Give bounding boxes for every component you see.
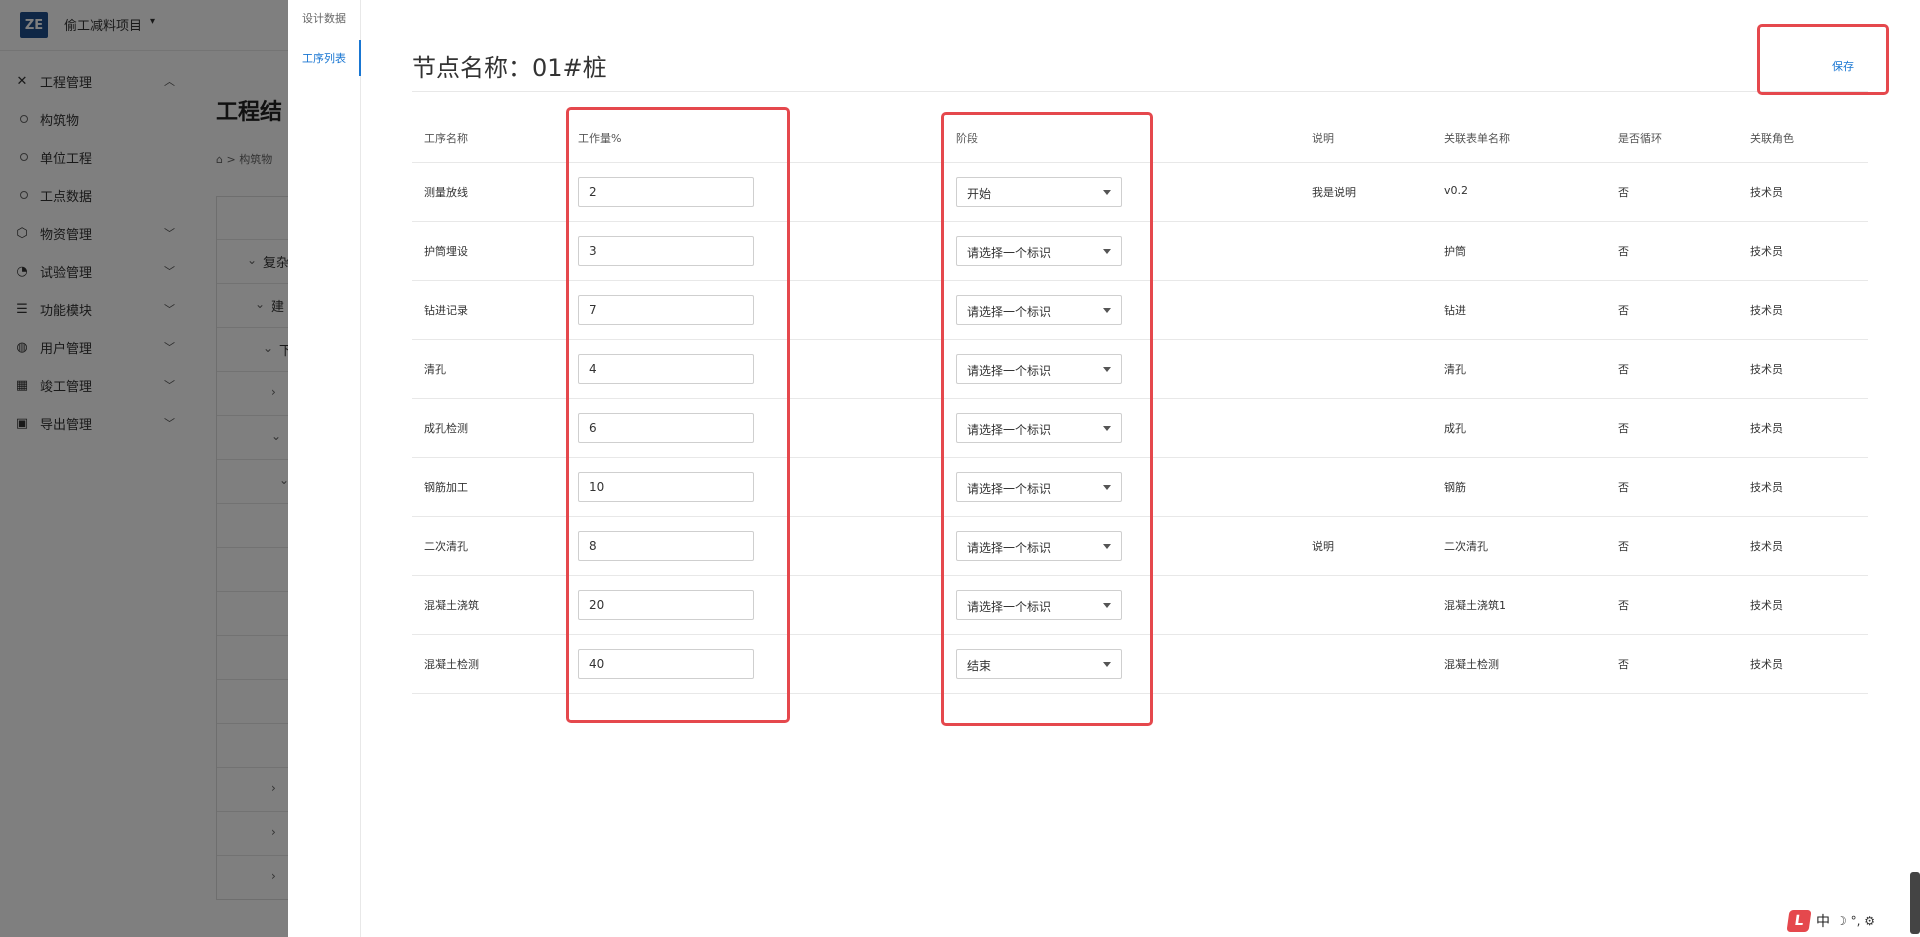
form-name-cell: 清孔 xyxy=(1444,363,1466,376)
form-name-cell: 钻进 xyxy=(1444,304,1466,317)
ime-mode[interactable]: 中 xyxy=(1816,911,1830,931)
loop-cell: 否 xyxy=(1618,304,1629,317)
process-name-cell: 钻进记录 xyxy=(424,304,468,317)
annotation-box-save xyxy=(1757,24,1889,95)
process-name-cell: 混凝土浇筑 xyxy=(424,599,479,612)
note-cell: 我是说明 xyxy=(1312,186,1356,199)
role-cell: 技术员 xyxy=(1750,481,1783,494)
column-header-form-name: 关联表单名称 xyxy=(1444,132,1510,145)
role-cell: 技术员 xyxy=(1750,422,1783,435)
process-name-cell: 清孔 xyxy=(424,363,446,376)
form-name-cell: 二次清孔 xyxy=(1444,540,1488,553)
form-name-cell: 钢筋 xyxy=(1444,481,1466,494)
drawer-tabs: 设计数据 工序列表 xyxy=(288,0,361,937)
tab-label: 设计数据 xyxy=(302,12,346,25)
role-cell: 技术员 xyxy=(1750,186,1783,199)
role-cell: 技术员 xyxy=(1750,245,1783,258)
role-cell: 技术员 xyxy=(1750,658,1783,671)
form-name-cell: 混凝土浇筑1 xyxy=(1444,599,1506,612)
process-name-cell: 护筒埋设 xyxy=(424,245,468,258)
loop-cell: 否 xyxy=(1618,599,1629,612)
column-header-role: 关联角色 xyxy=(1750,132,1794,145)
node-title: 节点名称：01#桩 xyxy=(412,54,607,82)
loop-cell: 否 xyxy=(1618,363,1629,376)
process-name-cell: 混凝土检测 xyxy=(424,658,479,671)
ime-side-strip xyxy=(1910,872,1920,934)
tab-design-data[interactable]: 设计数据 xyxy=(288,0,360,36)
tab-process-list[interactable]: 工序列表 xyxy=(288,40,361,76)
column-header-note: 说明 xyxy=(1312,132,1334,145)
form-name-cell: 护筒 xyxy=(1444,245,1466,258)
loop-cell: 否 xyxy=(1618,658,1629,671)
process-name-cell: 测量放线 xyxy=(424,186,468,199)
tab-label: 工序列表 xyxy=(302,52,346,65)
annotation-box-stage xyxy=(941,112,1153,726)
loop-cell: 否 xyxy=(1618,481,1629,494)
process-name-cell: 二次清孔 xyxy=(424,540,468,553)
process-name-cell: 成孔检测 xyxy=(424,422,468,435)
loop-cell: 否 xyxy=(1618,422,1629,435)
divider xyxy=(412,91,1868,92)
role-cell: 技术员 xyxy=(1750,599,1783,612)
column-header-loop: 是否循环 xyxy=(1618,132,1662,145)
form-name-cell: 成孔 xyxy=(1444,422,1466,435)
ime-options[interactable]: ☽ °, ⚙ xyxy=(1836,914,1875,928)
column-header-process-name: 工序名称 xyxy=(424,132,468,145)
note-cell: 说明 xyxy=(1312,540,1334,553)
role-cell: 技术员 xyxy=(1750,363,1783,376)
ime-logo[interactable]: L xyxy=(1786,910,1812,932)
role-cell: 技术员 xyxy=(1750,304,1783,317)
annotation-box-workload xyxy=(566,107,790,723)
loop-cell: 否 xyxy=(1618,186,1629,199)
role-cell: 技术员 xyxy=(1750,540,1783,553)
loop-cell: 否 xyxy=(1618,540,1629,553)
process-name-cell: 钢筋加工 xyxy=(424,481,468,494)
loop-cell: 否 xyxy=(1618,245,1629,258)
ime-toolbar: L 中 ☽ °, ⚙ xyxy=(1786,908,1920,934)
form-name-cell: v0.2 xyxy=(1444,184,1469,197)
form-name-cell: 混凝土检测 xyxy=(1444,658,1499,671)
